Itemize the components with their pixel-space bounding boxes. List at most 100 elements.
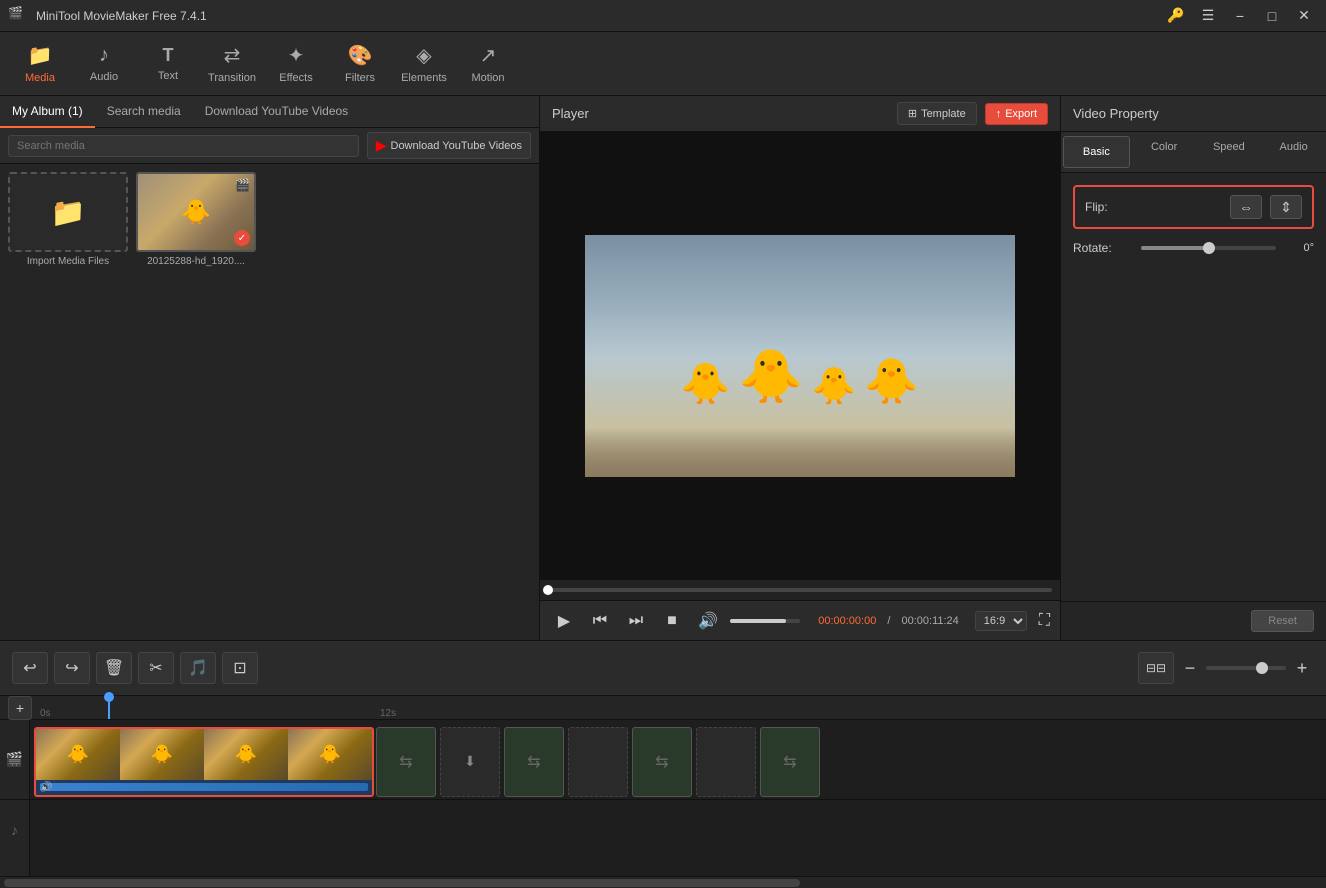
- video-type-icon: 🎬: [235, 178, 250, 192]
- redo-btn[interactable]: ↪: [54, 652, 90, 684]
- video-frame: 🐥 🐥 🐥 🐥: [585, 235, 1015, 477]
- export-btn[interactable]: ↑ Export: [985, 103, 1048, 125]
- fullscreen-btn[interactable]: ⛶: [1039, 612, 1050, 630]
- transition-slot-4[interactable]: [568, 727, 628, 797]
- split-btn[interactable]: ✂: [138, 652, 174, 684]
- download-youtube-btn[interactable]: ▶ Download YouTube Videos: [367, 132, 531, 159]
- close-btn[interactable]: ✕: [1290, 6, 1318, 26]
- flip-h-icon: ⇔: [1239, 199, 1253, 215]
- app-title: MiniTool MovieMaker Free 7.4.1: [36, 9, 1162, 23]
- add-track-btn[interactable]: +: [8, 696, 32, 720]
- transition-download-icon: ⬇: [464, 753, 476, 770]
- audio-icon: ♪: [99, 44, 109, 67]
- transition-slot-3[interactable]: ⇆: [504, 727, 564, 797]
- reset-btn[interactable]: Reset: [1251, 610, 1314, 632]
- player-panel: Player ⊞ Template ↑ Export 🐥 🐥 🐥: [540, 96, 1061, 640]
- text-icon: T: [163, 45, 174, 66]
- settings-btn[interactable]: 🔑: [1162, 6, 1190, 26]
- video-clip[interactable]: 🐥 🐥 🐥 🐥 🔊: [34, 727, 374, 797]
- toolbar-text[interactable]: T Text: [136, 36, 200, 92]
- volume-btn[interactable]: 🔊: [694, 607, 722, 635]
- tab-audio[interactable]: Audio: [1261, 132, 1326, 164]
- timeline-scrollbar[interactable]: [0, 876, 1326, 888]
- transition-slot-6[interactable]: [696, 727, 756, 797]
- delete-btn[interactable]: 🗑: [96, 652, 132, 684]
- rotate-slider[interactable]: [1141, 246, 1276, 250]
- frame1: 🐥: [36, 729, 120, 781]
- ruler-12s: 12s: [380, 708, 396, 719]
- transition-slot-5[interactable]: ⇆: [632, 727, 692, 797]
- progress-track[interactable]: [548, 588, 1052, 592]
- split-view-btn[interactable]: ⊟⊟: [1138, 652, 1174, 684]
- tab-color[interactable]: Color: [1132, 132, 1197, 164]
- stop-btn[interactable]: ■: [658, 607, 686, 635]
- undo-btn[interactable]: ↩: [12, 652, 48, 684]
- minimize-btn[interactable]: −: [1226, 6, 1254, 26]
- main-area: My Album (1) Search media Download YouTu…: [0, 96, 1326, 640]
- duck4: 🐥: [864, 355, 919, 407]
- elements-label: Elements: [401, 72, 447, 84]
- zoom-slider[interactable]: [1206, 666, 1286, 670]
- player-title: Player: [552, 106, 589, 121]
- tab-basic[interactable]: Basic: [1063, 136, 1130, 168]
- toolbar-elements[interactable]: ◈ Elements: [392, 36, 456, 92]
- zoom-controls: ⊟⊟ − +: [1138, 652, 1314, 684]
- library-tabs: My Album (1) Search media Download YouTu…: [0, 96, 539, 128]
- transition-slot-1[interactable]: ⇆: [376, 727, 436, 797]
- transition-arrow-icon: ⇆: [399, 752, 412, 772]
- search-input[interactable]: [8, 135, 359, 157]
- zoom-in-btn[interactable]: +: [1290, 656, 1314, 680]
- duck1: 🐥: [681, 360, 731, 407]
- transition-slot-2[interactable]: ⬇: [440, 727, 500, 797]
- detach-audio-btn[interactable]: 🎵: [180, 652, 216, 684]
- track-labels: 🎬 ♪: [0, 720, 30, 876]
- toolbar-audio[interactable]: ♪ Audio: [72, 36, 136, 92]
- player-header: Player ⊞ Template ↑ Export: [540, 96, 1060, 132]
- tab-my-album[interactable]: My Album (1): [0, 96, 95, 128]
- export-label: Export: [1005, 108, 1037, 120]
- tab-speed[interactable]: Speed: [1197, 132, 1262, 164]
- template-icon: ⊞: [908, 107, 917, 120]
- media-label: Media: [25, 72, 55, 84]
- toolbar-filters[interactable]: 🎨 Filters: [328, 36, 392, 92]
- playhead: [108, 696, 110, 719]
- tab-download-yt[interactable]: Download YouTube Videos: [193, 96, 360, 128]
- tab-search-media[interactable]: Search media: [95, 96, 193, 128]
- crop-btn[interactable]: ⊡: [222, 652, 258, 684]
- video-media-item[interactable]: 🎬 🐥 ✓ 20125288-hd_1920....: [136, 172, 256, 267]
- flip-horizontal-btn[interactable]: ⇔: [1230, 195, 1262, 219]
- maximize-btn[interactable]: □: [1258, 6, 1286, 26]
- toolbar-motion[interactable]: ↗ Motion: [456, 36, 520, 92]
- volume-slider[interactable]: [730, 619, 800, 623]
- toolbar-effects[interactable]: ✦ Effects: [264, 36, 328, 92]
- scroll-thumb[interactable]: [4, 879, 800, 887]
- flip-vertical-btn[interactable]: ⇕: [1270, 195, 1302, 219]
- duck-icon: 🐥: [181, 198, 211, 227]
- import-media-item[interactable]: 📁 Import Media Files: [8, 172, 128, 267]
- menu-btn[interactable]: ☰: [1194, 6, 1222, 26]
- progress-thumb: [543, 585, 553, 595]
- next-frame-btn[interactable]: ⏭: [622, 607, 650, 635]
- toolbar-media[interactable]: 📁 Media: [8, 36, 72, 92]
- property-footer: Reset: [1061, 601, 1326, 640]
- filters-label: Filters: [345, 72, 375, 84]
- rotate-thumb: [1203, 242, 1215, 254]
- time-separator: /: [884, 615, 893, 627]
- transition-slot-7[interactable]: ⇆: [760, 727, 820, 797]
- ruler-0s: 0s: [40, 708, 51, 719]
- flip-label: Flip:: [1085, 200, 1108, 214]
- import-label: Import Media Files: [27, 256, 109, 267]
- toolbar-transition[interactable]: ⇄ Transition: [200, 36, 264, 92]
- music-track-icon: ♪: [0, 800, 29, 860]
- template-btn[interactable]: ⊞ Template: [897, 102, 977, 125]
- zoom-out-btn[interactable]: −: [1178, 656, 1202, 680]
- transition-arrow-icon-3: ⇆: [655, 752, 668, 772]
- ruler-marks: 0s 12s: [40, 696, 1318, 719]
- player-controls: ▶ ⏮ ⏭ ■ 🔊 00:00:00:00 / 00:00:11:24 16:9…: [540, 600, 1060, 640]
- effects-icon: ✦: [288, 43, 305, 68]
- play-btn[interactable]: ▶: [550, 607, 578, 635]
- aspect-ratio-select[interactable]: 16:9 9:16 1:1 4:3: [975, 611, 1027, 631]
- prev-frame-btn[interactable]: ⏮: [586, 607, 614, 635]
- timeline-ruler: + 0s 12s: [0, 696, 1326, 720]
- player-timeline[interactable]: [540, 580, 1060, 600]
